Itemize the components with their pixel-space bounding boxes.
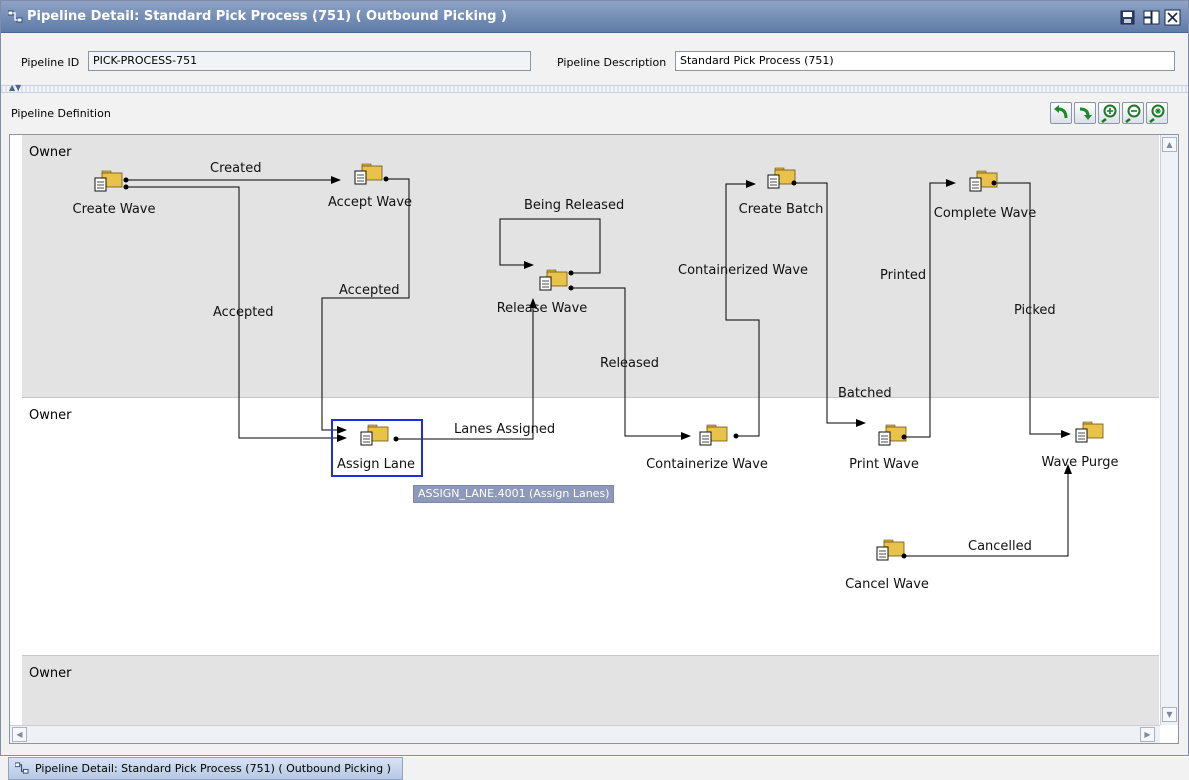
pipeline-description-field[interactable]: Standard Pick Process (751) <box>675 51 1175 71</box>
taskbar-tab[interactable]: Pipeline Detail: Standard Pick Process (… <box>8 757 403 780</box>
redo-button[interactable] <box>1074 102 1096 124</box>
edge-label-accepted-left: Accepted <box>213 305 274 320</box>
edge-label-printed: Printed <box>880 268 927 283</box>
pipeline-canvas[interactable]: Owner Owner Owner Create Wave Accept Wav… <box>9 134 1179 744</box>
create-batch-node-icon <box>767 167 796 189</box>
print-wave-node-icon <box>878 424 907 446</box>
collapse-splitter[interactable]: ▲▼ <box>1 83 1188 93</box>
pipeline-detail-window: Pipeline Detail: Standard Pick Process (… <box>0 0 1189 756</box>
zoom-in-icon <box>1101 104 1117 123</box>
collapse-arrows-icon[interactable]: ▲▼ <box>9 83 21 93</box>
zoom-out-button[interactable] <box>1122 102 1144 124</box>
save-icon[interactable] <box>1119 9 1136 26</box>
undo-button[interactable] <box>1050 102 1072 124</box>
layout-icon[interactable] <box>1143 9 1160 26</box>
vertical-scrollbar[interactable]: ▲ ▼ <box>1160 135 1178 725</box>
node-accept-wave[interactable]: Accept Wave <box>328 195 412 210</box>
edge-label-picked: Picked <box>1014 303 1056 318</box>
edge-being-released <box>499 218 601 274</box>
selected-node-highlight <box>331 419 423 477</box>
edge-label-accepted-right: Accepted <box>339 283 400 298</box>
node-cancel-wave[interactable]: Cancel Wave <box>845 577 929 592</box>
zoom-fit-icon <box>1149 104 1165 123</box>
scroll-up-icon[interactable]: ▲ <box>1162 137 1177 152</box>
edge-label-cancelled: Cancelled <box>968 539 1032 554</box>
node-create-wave[interactable]: Create Wave <box>72 202 155 217</box>
edge-accepted-right <box>321 178 410 434</box>
pipeline-id-field[interactable]: PICK-PROCESS-751 <box>88 51 531 71</box>
horizontal-scrollbar[interactable]: ◀ ▶ <box>10 725 1160 743</box>
zoom-out-icon <box>1125 104 1141 123</box>
accept-wave-node-icon <box>354 163 383 185</box>
taskbar-tab-label: Pipeline Detail: Standard Pick Process (… <box>35 762 391 775</box>
node-release-wave[interactable]: Release Wave <box>497 301 588 316</box>
pipeline-diagram <box>94 163 1104 561</box>
window-title: Pipeline Detail: Standard Pick Process (… <box>27 9 507 24</box>
zoom-in-button[interactable] <box>1098 102 1120 124</box>
release-wave-node-icon <box>539 269 568 291</box>
edge-label-created: Created <box>210 161 262 176</box>
close-icon[interactable] <box>1164 9 1181 26</box>
edge-label-released: Released <box>600 356 660 371</box>
node-print-wave[interactable]: Print Wave <box>849 457 919 472</box>
scroll-left-icon[interactable]: ◀ <box>12 727 27 742</box>
node-tooltip: ASSIGN_LANE.4001 (Assign Lanes) <box>413 485 615 503</box>
zoom-fit-button[interactable] <box>1146 102 1168 124</box>
node-complete-wave[interactable]: Complete Wave <box>934 206 1036 221</box>
undo-icon <box>1054 105 1068 119</box>
node-containerize-wave[interactable]: Containerize Wave <box>646 457 768 472</box>
pipeline-icon <box>15 762 29 774</box>
node-create-batch[interactable]: Create Batch <box>739 202 824 217</box>
redo-icon <box>1079 107 1092 120</box>
scroll-right-icon[interactable]: ▶ <box>1140 727 1155 742</box>
containerize-wave-node-icon <box>699 424 728 446</box>
pipeline-id-label: Pipeline ID <box>21 56 80 69</box>
title-bar: Pipeline Detail: Standard Pick Process (… <box>1 1 1188 33</box>
edge-label-batched: Batched <box>838 386 892 401</box>
taskbar: Pipeline Detail: Standard Pick Process (… <box>0 757 1189 780</box>
edge-containerized-wave <box>725 180 760 437</box>
scroll-down-icon[interactable]: ▼ <box>1162 707 1177 722</box>
edge-printed <box>903 179 956 438</box>
node-wave-purge[interactable]: Wave Purge <box>1041 455 1118 470</box>
pipeline-definition-label: Pipeline Definition <box>11 107 111 120</box>
wave-purge-node-icon <box>1075 421 1104 443</box>
pipeline-header: Pipeline ID PICK-PROCESS-751 Pipeline De… <box>1 34 1188 84</box>
pipeline-icon <box>8 10 23 23</box>
create-wave-node-icon <box>94 170 123 192</box>
cancel-wave-node-icon <box>876 539 905 561</box>
edge-lanes-assigned <box>395 298 537 440</box>
edge-label-being-released: Being Released <box>524 198 625 213</box>
edge-label-containerized-wave: Containerized Wave <box>678 263 809 278</box>
edge-label-lanes-assigned: Lanes Assigned <box>454 422 556 437</box>
pipeline-description-label: Pipeline Description <box>557 56 667 69</box>
